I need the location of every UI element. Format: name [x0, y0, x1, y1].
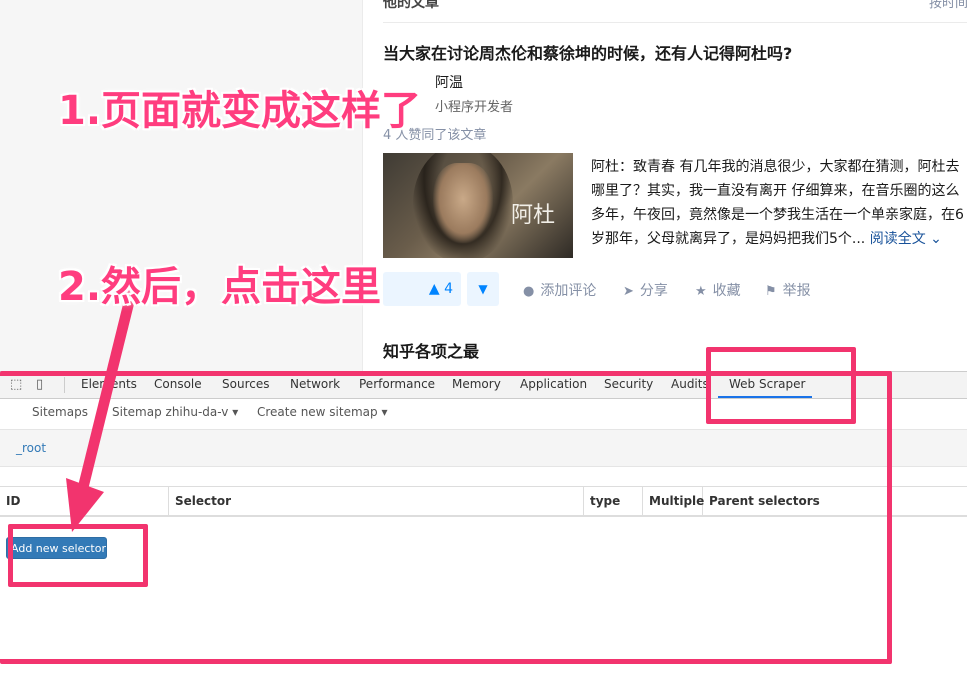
annotation-step2: 2.然后，点击这里: [58, 264, 382, 310]
arrow-shaft: [78, 284, 138, 490]
arrow-head: [66, 478, 104, 532]
annotation-step1: 1.页面就变成这样了: [58, 88, 422, 134]
